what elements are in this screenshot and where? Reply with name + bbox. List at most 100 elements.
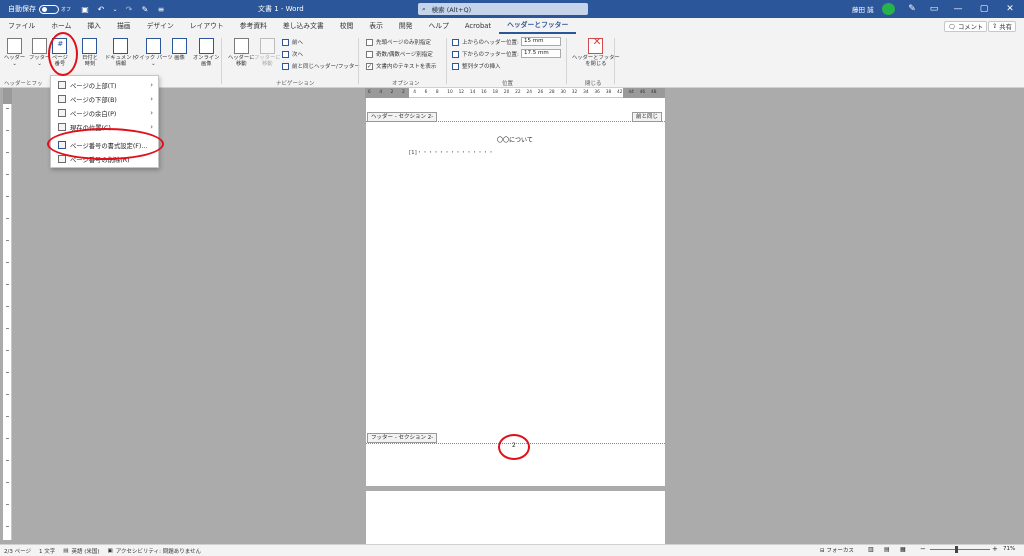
close-header-footer-button[interactable]: ✕ ヘッダーとフッター を閉じる [572, 36, 620, 67]
tab-file[interactable]: ファイル [0, 18, 43, 34]
group-separator [566, 38, 567, 84]
maximize-icon[interactable]: ▢ [972, 0, 996, 18]
goto-footer-button[interactable]: フッターに 移動 [254, 38, 281, 67]
autosave-toggle[interactable] [39, 4, 59, 14]
option-odd-even[interactable]: 奇数/偶数ページ別指定 [366, 50, 433, 58]
checkbox-first-page[interactable] [366, 38, 373, 46]
online-picture-button[interactable]: オンライン 画像 [193, 38, 220, 67]
tab-help[interactable]: ヘルプ [420, 18, 456, 34]
print-layout-icon[interactable]: ▤ [884, 546, 890, 553]
undo-icon[interactable]: ↶ [95, 3, 107, 15]
pen-feedback-icon[interactable]: ✎ [900, 0, 924, 18]
tab-draw[interactable]: 描画 [109, 18, 139, 34]
tab-header-footer[interactable]: ヘッダーとフッター [499, 18, 577, 34]
close-icon[interactable]: ✕ [998, 0, 1022, 18]
ruler-number: 20 [503, 90, 510, 95]
insert-align-tab-button[interactable]: 整列タブの挿入 [452, 62, 501, 70]
tab-insert[interactable]: 挿入 [79, 18, 109, 34]
menu-item-top-of-page[interactable]: ページの上部(T) › [51, 78, 158, 92]
link-previous-button[interactable]: 前と同じヘッダー/フッター [282, 62, 360, 70]
ruler-number: 14 [469, 90, 476, 95]
prev-button[interactable]: 前へ [282, 38, 303, 46]
save-icon[interactable]: ▣ [79, 3, 91, 15]
accessibility-status[interactable]: アクセシビリティ: 問題ありません [116, 547, 201, 555]
search-icon: ⌕ [422, 4, 426, 13]
option-show-text[interactable]: ✓ 文書内のテキストを表示 [366, 62, 436, 70]
chevron-down-icon[interactable]: ⌄ [109, 3, 121, 15]
header-position-input[interactable]: 15 mm [521, 37, 561, 46]
insert-align-tab-label: 整列タブの挿入 [462, 64, 501, 70]
quickparts-button[interactable]: クイック パーツ ⌄ [134, 38, 173, 67]
zoom-slider-thumb[interactable] [955, 546, 958, 553]
datetime-button[interactable]: 日付と 時刻 [82, 38, 98, 67]
footer-position-input[interactable]: 17.5 mm [521, 49, 561, 58]
vertical-ruler-margin [3, 88, 12, 104]
horizontal-ruler[interactable]: 6 4 2 2 4 6 8 10 12 14 16 18 20 22 24 26 28 30 32 34 36 38 42 4… [365, 88, 665, 98]
chevron-right-icon: › [150, 123, 153, 131]
chevron-down-icon: ⌄ [151, 61, 156, 67]
tab-acrobat[interactable]: Acrobat [457, 18, 499, 34]
ruler-tick [6, 240, 9, 241]
tab-review[interactable]: 校閲 [332, 18, 362, 34]
goto-footer-icon [259, 38, 275, 54]
picture-button[interactable]: 画像 [172, 38, 187, 61]
chevron-right-icon: › [150, 109, 153, 117]
customize-qat-icon[interactable]: ≡ [155, 3, 167, 15]
option-first-page[interactable]: 先頭ページのみ別指定 [366, 38, 431, 46]
zoom-out-icon[interactable]: − [920, 545, 926, 553]
ruler-tick [6, 196, 9, 197]
avatar[interactable] [882, 3, 895, 15]
checkbox-show-text[interactable]: ✓ [366, 62, 373, 70]
chevron-right-icon: › [150, 81, 153, 89]
menu-item-page-margins[interactable]: ページの余白(P) › [51, 106, 158, 120]
macro-icon[interactable]: ▣ [108, 548, 113, 554]
ruler-number: 2 [401, 90, 405, 95]
tab-references[interactable]: 参考資料 [232, 18, 275, 34]
page-2[interactable] [366, 98, 665, 486]
focus-label: フォーカス [826, 548, 854, 554]
toc-line[interactable]: [1]・・・・・・・・・・・・・・ [409, 148, 494, 156]
share-button[interactable]: ⇪ 共有 [988, 21, 1016, 32]
status-words[interactable]: 1 文字 [39, 547, 55, 555]
checkbox-odd-even[interactable] [366, 50, 373, 58]
minimize-icon[interactable]: — [946, 0, 970, 18]
link-icon [282, 62, 289, 70]
search-box[interactable]: ⌕ 検索 (Alt+Q) [418, 3, 588, 15]
status-page[interactable]: 2/3 ページ [4, 547, 31, 555]
read-mode-icon[interactable]: ▥ [868, 546, 874, 553]
ruler-number: 34 [583, 90, 589, 95]
next-button[interactable]: 次へ [282, 50, 303, 58]
tab-developer[interactable]: 開発 [391, 18, 421, 34]
web-layout-icon[interactable]: ▦ [900, 546, 906, 553]
document-body-title[interactable]: 〇〇について [497, 135, 533, 144]
menu-item-bottom-of-page[interactable]: ページの下部(B) › [51, 92, 158, 106]
tab-mailings[interactable]: 差し込み文書 [275, 18, 332, 34]
tab-layout[interactable]: レイアウト [182, 18, 232, 34]
ruler-number: 12 [458, 90, 465, 95]
docinfo-button[interactable]: ドキュメント 情報 [105, 38, 137, 67]
vertical-ruler[interactable] [3, 88, 12, 540]
tab-design[interactable]: デザイン [139, 18, 182, 34]
page-bottom-icon [58, 95, 66, 103]
comment-button[interactable]: 🗨 コメント [944, 21, 988, 32]
ruler-number: 30 [560, 90, 566, 95]
goto-header-button[interactable]: ヘッダーに 移動 [228, 38, 255, 67]
zoom-in-icon[interactable]: + [992, 545, 998, 553]
footer-icon [32, 38, 48, 54]
share-label: 共有 [999, 24, 1012, 31]
ribbon-options-icon[interactable]: ▭ [922, 0, 946, 18]
page-3[interactable] [366, 491, 665, 544]
status-language[interactable]: 英語 (米国) [71, 547, 99, 555]
remove-page-number-icon [58, 155, 66, 163]
pen-icon[interactable]: ✎ [139, 3, 151, 15]
tab-view[interactable]: 表示 [361, 18, 391, 34]
zoom-slider[interactable] [930, 549, 990, 550]
focus-button[interactable]: ⊟ フォーカス [820, 546, 854, 554]
redo-icon[interactable]: ↷ [123, 3, 135, 15]
proofing-icon[interactable]: ▤ [63, 548, 68, 554]
zoom-level[interactable]: 71% [1003, 546, 1015, 552]
header-button[interactable]: ヘッダー ⌄ [4, 38, 25, 67]
group-label-navigation: ナビゲーション [276, 81, 315, 87]
ruler-number: 22 [515, 90, 521, 95]
online-picture-label-2: 画像 [200, 61, 212, 67]
